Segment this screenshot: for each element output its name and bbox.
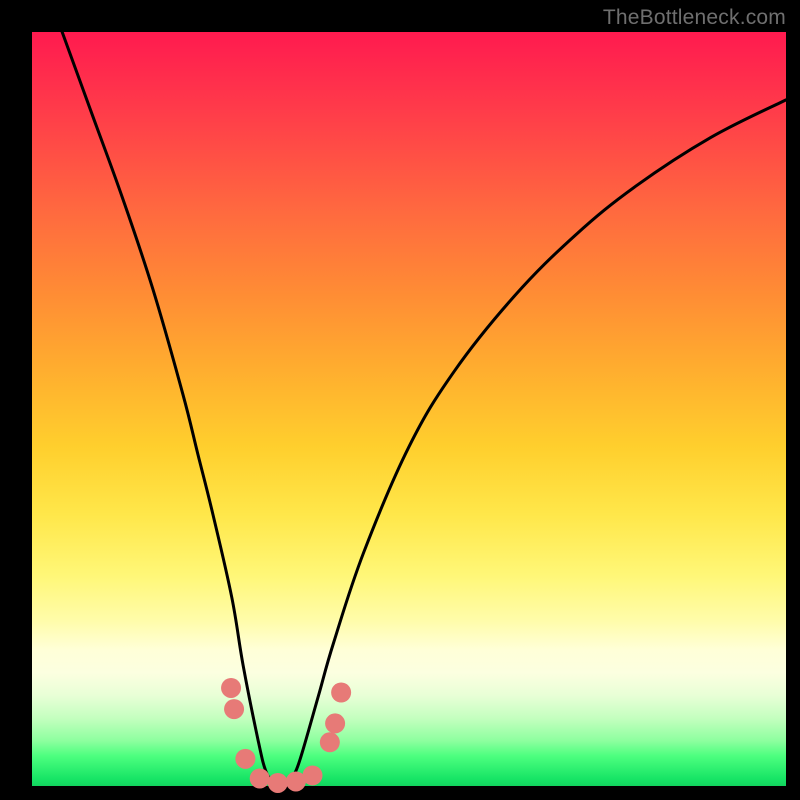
marker-dot (325, 713, 345, 733)
curve-layer (32, 32, 786, 786)
watermark-text: TheBottleneck.com (603, 6, 786, 30)
marker-dot (302, 765, 322, 785)
marker-dot (268, 773, 288, 793)
marker-dot (221, 678, 241, 698)
marker-dots (221, 678, 351, 793)
chart-frame: TheBottleneck.com (0, 0, 800, 800)
marker-dot (250, 768, 270, 788)
marker-dot (331, 683, 351, 703)
marker-dot (320, 732, 340, 752)
bottleneck-curve (62, 32, 786, 786)
marker-dot (224, 699, 244, 719)
marker-dot (235, 749, 255, 769)
plot-area (32, 32, 786, 786)
